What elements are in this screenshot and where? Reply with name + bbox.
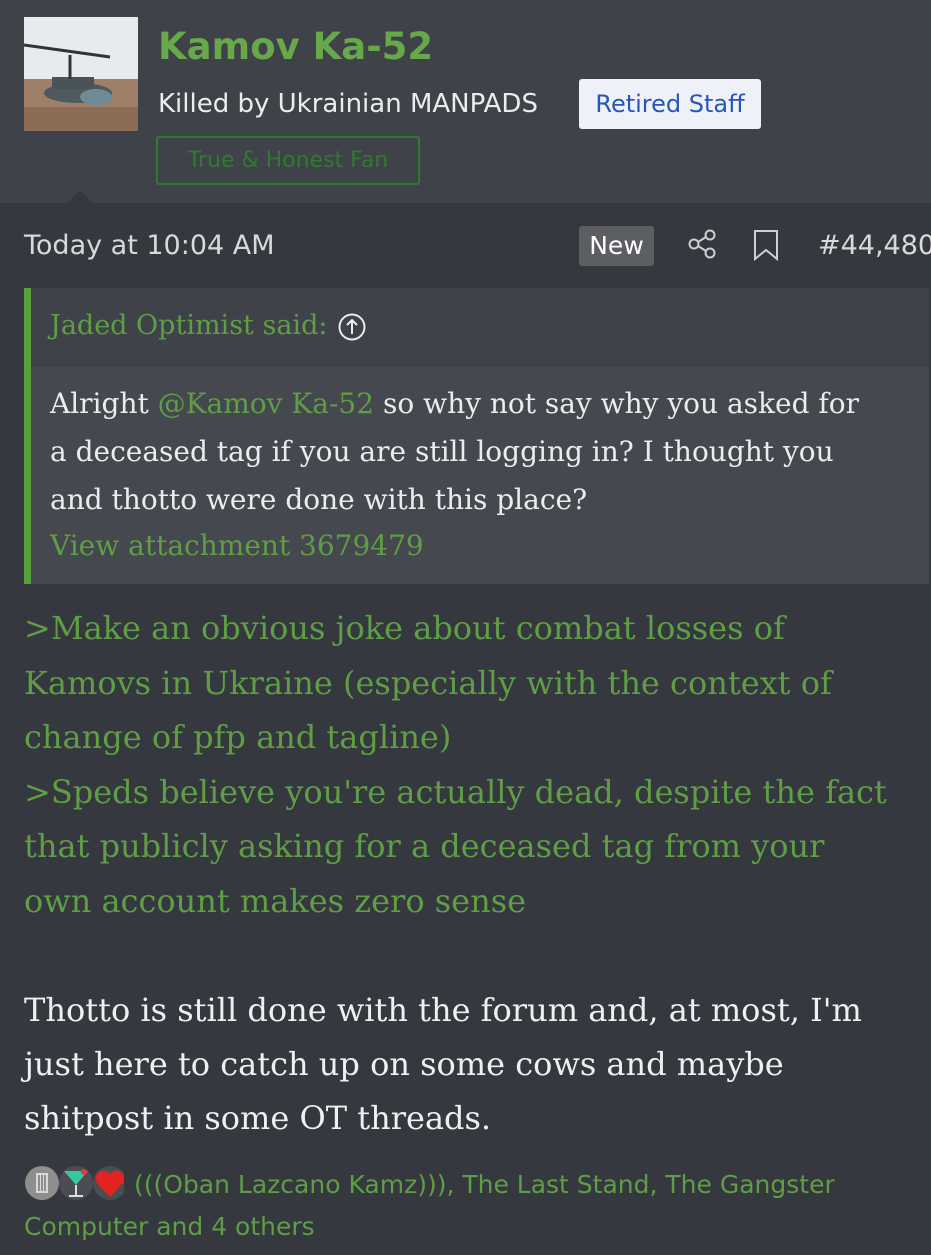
user-mention[interactable]: @Kamov Ka-52	[158, 387, 374, 420]
reaction-summary[interactable]: (((Oban Lazcano Kamz))), The Last Stand,…	[24, 1164, 924, 1248]
greentext-line: Kamovs in Ukraine (especially with the c…	[24, 664, 832, 702]
new-badge: New	[579, 226, 654, 266]
view-attachment-link[interactable]: View attachment 3679479	[50, 522, 424, 570]
quote-line: Alright @Kamov Ka-52 so why not say why …	[50, 380, 859, 428]
quote-text: so why not say why you asked for	[374, 387, 860, 420]
greentext-line: own account makes zero sense	[24, 882, 527, 920]
true-honest-fan-badge: True & Honest Fan	[156, 136, 420, 185]
post-text-line: Thotto is still done with the forum and,…	[24, 991, 862, 1029]
post-user-header: Kamov Ka-52 Killed by Ukrainian MANPADS …	[0, 0, 931, 204]
user-avatar[interactable]	[24, 17, 138, 131]
greentext-line: >Speds believe you're actually dead, des…	[24, 773, 887, 811]
greentext-line: change of pfp and tagline)	[24, 718, 452, 756]
share-icon[interactable]	[686, 228, 718, 260]
quote-line: a deceased tag if you are still logging …	[50, 435, 834, 468]
quote-author-line[interactable]: Jaded Optimist said:	[50, 304, 367, 348]
retired-staff-badge: Retired Staff	[579, 79, 761, 129]
post-timestamp[interactable]: Today at 10:04 AM	[24, 228, 275, 264]
username[interactable]: Kamov Ka-52	[158, 24, 433, 70]
quote-header: Jaded Optimist said:	[31, 288, 929, 367]
user-title: Killed by Ukrainian MANPADS	[158, 89, 538, 119]
greentext-line: >Make an obvious joke about combat losse…	[24, 609, 785, 647]
bookmark-icon[interactable]	[753, 229, 779, 261]
quote-line: and thotto were done with this place?	[50, 483, 588, 516]
post-text-line: shitpost in some OT threads.	[24, 1099, 492, 1137]
header-pointer	[66, 190, 94, 204]
greentext-line: that publicly asking for a deceased tag …	[24, 827, 825, 865]
post-number[interactable]: #44,480	[818, 228, 931, 264]
quote-text: Alright	[50, 387, 158, 420]
reaction-names[interactable]: (((Oban Lazcano Kamz))), The Last Stand,…	[24, 1170, 835, 1241]
post-text-line: just here to catch up on some cows and m…	[24, 1045, 784, 1083]
jump-up-icon[interactable]	[337, 312, 367, 342]
quote-author[interactable]: Jaded Optimist said:	[50, 310, 327, 341]
